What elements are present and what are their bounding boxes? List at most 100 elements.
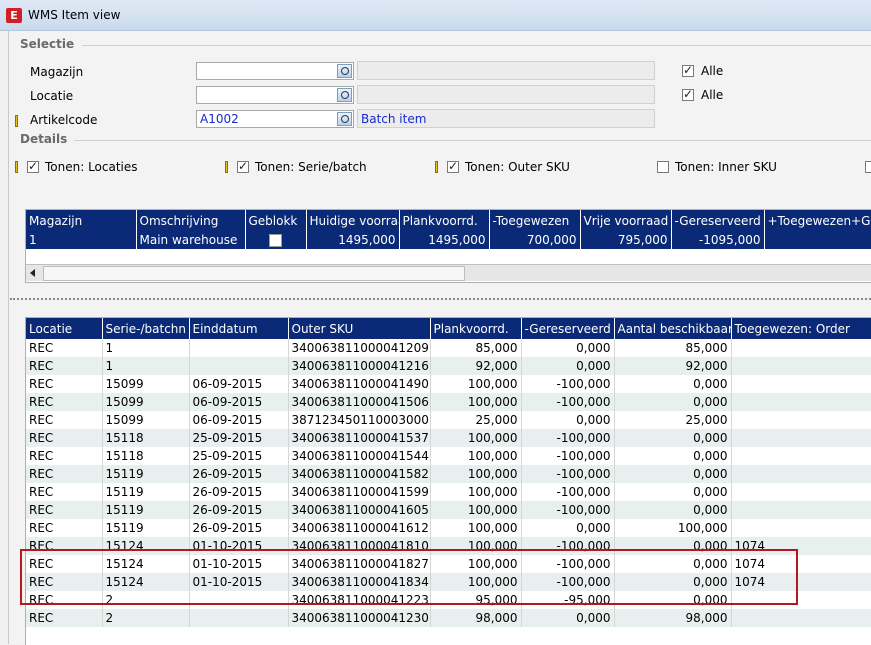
table-cell: 340063811000041827 — [288, 555, 431, 573]
table-cell: 300 — [764, 231, 871, 249]
locatie-lookup-icon[interactable] — [337, 88, 352, 102]
table-cell: 340063811000041599 — [288, 483, 431, 501]
table-cell: -1095,000 — [671, 231, 765, 249]
tonen-locaties-checkbox[interactable] — [27, 159, 39, 173]
table-cell: 1495,000 — [306, 231, 400, 249]
magazijn-label: Magazijn — [30, 65, 84, 79]
table-cell — [731, 519, 871, 537]
table-cell: -100,000 — [521, 429, 615, 447]
table-cell: 100,000 — [614, 519, 732, 537]
artikelcode-input[interactable]: A1002 — [196, 110, 354, 128]
column-header[interactable]: Einddatum — [189, 318, 289, 339]
table-cell: REC — [26, 483, 103, 501]
tonen-inner-sku-checkbox[interactable] — [657, 161, 669, 173]
magazijn-description — [357, 61, 655, 80]
table-row[interactable]: REC 15118 25-09-2015 340063811000041544 100,… — [26, 447, 871, 465]
table-cell: 98,000 — [614, 609, 732, 627]
table-cell: 26-09-2015 — [189, 465, 289, 483]
table-cell: 340063811000041582 — [288, 465, 431, 483]
column-header[interactable]: Toegewezen: Order — [731, 318, 871, 339]
artikelcode-lookup-icon[interactable] — [337, 112, 352, 126]
table-row[interactable]: REC 15119 26-09-2015 340063811000041582 100,… — [26, 465, 871, 483]
table-row[interactable]: REC 2 340063811000041230 98,000 0,000 98,000 — [26, 609, 871, 627]
horizontal-scrollbar[interactable] — [26, 264, 871, 281]
tonen-serie-batch-checkbox[interactable] — [237, 159, 249, 173]
table-cell — [731, 609, 871, 627]
table-cell — [731, 501, 871, 519]
table-cell: 340063811000041810 — [288, 537, 431, 555]
pane-splitter[interactable] — [10, 298, 871, 300]
table-row[interactable]: REC 1 340063811000041216 92,000 0,000 92,000 — [26, 357, 871, 375]
table-row[interactable]: REC 2 340063811000041223 95,000 -95,000 0,000 — [26, 591, 871, 609]
table-cell: REC — [26, 519, 103, 537]
locatie-alle-label: Alle — [701, 88, 724, 102]
magazijn-input[interactable] — [196, 62, 354, 80]
table-row[interactable]: REC 15124 01-10-2015 340063811000041827 100,… — [26, 555, 871, 573]
table-cell: REC — [26, 537, 103, 555]
table-cell: 100,000 — [430, 429, 522, 447]
table-cell: 1 — [26, 231, 137, 249]
column-header[interactable]: -Gereserveerd — [521, 318, 615, 339]
column-header[interactable]: Geblokk — [245, 210, 307, 231]
table-row[interactable]: REC 15099 06-09-2015 340063811000041490 100,… — [26, 375, 871, 393]
table-cell: 100,000 — [430, 573, 522, 591]
table-row[interactable]: REC 15118 25-09-2015 340063811000041537 100,… — [26, 429, 871, 447]
table-cell — [731, 357, 871, 375]
column-header[interactable]: Aantal beschikbaar — [614, 318, 732, 339]
geblokkeerd-checkbox-cell[interactable] — [245, 231, 307, 249]
table-row[interactable]: REC 15124 01-10-2015 340063811000041810 100,… — [26, 537, 871, 555]
tonen-outer-sku-checkbox[interactable] — [447, 159, 459, 173]
tonen-outer-sku-label: Tonen: Outer SKU — [465, 160, 570, 174]
table-cell: 15119 — [102, 519, 190, 537]
table-row[interactable]: 1 Main warehouse 1495,000 1495,000 700,0… — [26, 231, 871, 249]
column-header[interactable]: Locatie — [26, 318, 103, 339]
table-cell: REC — [26, 609, 103, 627]
magazijn-alle-checkbox[interactable] — [682, 63, 694, 77]
table-cell: 85,000 — [430, 339, 522, 357]
magazijn-alle-label: Alle — [701, 64, 724, 78]
table-row[interactable]: REC 15099 06-09-2015 340063811000041506 100,… — [26, 393, 871, 411]
table-row[interactable]: REC 15119 26-09-2015 340063811000041605 100,… — [26, 501, 871, 519]
title-bar: E WMS Item view — [0, 0, 871, 31]
column-header[interactable]: Huidige voorraa — [306, 210, 400, 231]
column-header[interactable]: +Toegewezen+Ger — [764, 210, 871, 231]
table-cell: 1074 — [731, 555, 871, 573]
column-header[interactable]: Vrije voorraad — [580, 210, 672, 231]
partial-checkbox[interactable] — [865, 161, 871, 173]
details-marker-icon — [15, 161, 18, 173]
table-cell — [731, 393, 871, 411]
table-cell: 06-09-2015 — [189, 375, 289, 393]
locatie-input[interactable] — [196, 86, 354, 104]
table-cell: 700,000 — [489, 231, 581, 249]
details-marker-icon — [435, 161, 438, 173]
column-header[interactable]: Plankvoorrd. — [430, 318, 522, 339]
app-logo-icon: E — [6, 8, 22, 23]
table-cell: 0,000 — [614, 447, 732, 465]
magazijn-lookup-icon[interactable] — [337, 64, 352, 78]
column-header[interactable]: Magazijn — [26, 210, 137, 231]
artikelcode-description-text: Batch item — [361, 112, 427, 126]
table-row[interactable]: REC 15099 06-09-2015 387123450110003000 25,0… — [26, 411, 871, 429]
column-header[interactable]: Plankvoorrd. — [399, 210, 490, 231]
table-cell: 0,000 — [614, 573, 732, 591]
table-cell: 100,000 — [430, 465, 522, 483]
column-header[interactable]: Serie-/batchn — [102, 318, 190, 339]
locatie-alle-checkbox[interactable] — [682, 87, 694, 101]
table-row[interactable]: REC 15119 26-09-2015 340063811000041612 100,… — [26, 519, 871, 537]
table-cell: 340063811000041834 — [288, 573, 431, 591]
table-cell — [731, 447, 871, 465]
details-divider — [74, 140, 871, 141]
column-header[interactable]: -Gereserveerd — [671, 210, 765, 231]
table-cell: 25-09-2015 — [189, 447, 289, 465]
table-row[interactable]: REC 1 340063811000041209 85,000 0,000 85,000 — [26, 339, 871, 357]
scroll-left-arrow-icon[interactable] — [30, 269, 35, 277]
column-header[interactable]: -Toegewezen — [489, 210, 581, 231]
scrollbar-thumb[interactable] — [43, 266, 465, 281]
column-header[interactable]: Omschrijving — [136, 210, 246, 231]
table-cell — [731, 375, 871, 393]
column-header[interactable]: Outer SKU — [288, 318, 431, 339]
table-row[interactable]: REC 15124 01-10-2015 340063811000041834 100,… — [26, 573, 871, 591]
geblokkeerd-checkbox[interactable] — [269, 234, 282, 247]
table-cell: -100,000 — [521, 393, 615, 411]
table-row[interactable]: REC 15119 26-09-2015 340063811000041599 100,… — [26, 483, 871, 501]
